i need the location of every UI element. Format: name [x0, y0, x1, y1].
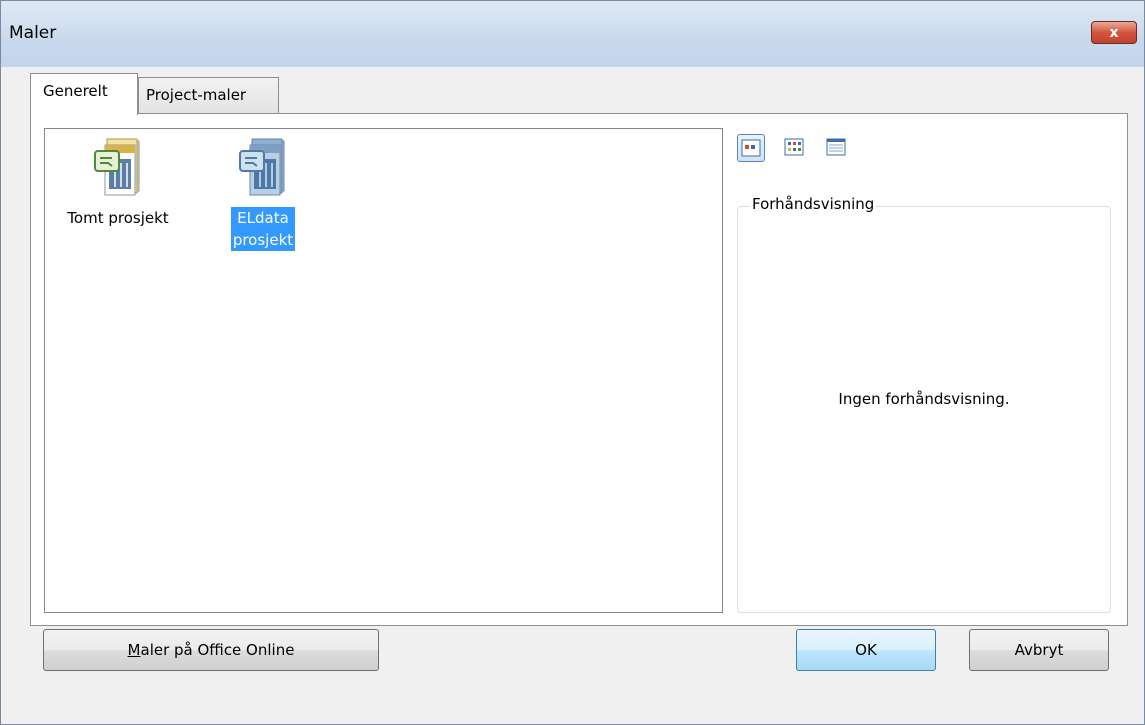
tab-label: Project-maler: [146, 86, 247, 104]
tab-project-maler[interactable]: Project-maler: [138, 77, 279, 113]
list-view-icon: [784, 138, 804, 156]
button-label-rest: aler på Office Online: [140, 641, 295, 659]
project-template-icon: [234, 137, 292, 201]
preview-group: Forhåndsvisning Ingen forhåndsvisning.: [737, 195, 1111, 613]
preview-empty-text: Ingen forhåndsvisning.: [838, 390, 1010, 408]
ok-button[interactable]: OK: [796, 629, 936, 671]
title-bar[interactable]: Maler x: [1, 1, 1144, 67]
office-online-templates-button[interactable]: Maler på Office Online: [43, 629, 379, 671]
tab-panel-generelt: Tomt prosjekt ELdata prosjekt Forhåndsvi…: [30, 113, 1128, 626]
tab-label: Generelt: [43, 82, 108, 100]
close-button[interactable]: x: [1091, 21, 1137, 44]
cancel-label: Avbryt: [1014, 641, 1064, 659]
template-list[interactable]: Tomt prosjekt ELdata prosjekt: [44, 128, 723, 613]
project-template-icon: [89, 137, 147, 201]
details-view-icon: [826, 138, 846, 156]
template-label-line: ELdata: [237, 209, 289, 227]
template-item-tomt-prosjekt[interactable]: Tomt prosjekt: [53, 137, 183, 229]
template-label: ELdata prosjekt: [230, 207, 296, 251]
cancel-button[interactable]: Avbryt: [969, 629, 1109, 671]
template-label: Tomt prosjekt: [67, 209, 169, 227]
ok-label: OK: [855, 641, 877, 659]
details-view-button[interactable]: [823, 134, 851, 162]
preview-legend: Forhåndsvisning: [750, 195, 877, 213]
dialog-title: Maler: [9, 23, 57, 43]
close-icon: x: [1109, 25, 1119, 41]
large-icons-view-icon: [741, 139, 761, 157]
template-label-line: prosjekt: [232, 231, 294, 249]
tab-generelt[interactable]: Generelt: [30, 73, 138, 115]
list-view-button[interactable]: [781, 134, 809, 162]
template-item-eldata-prosjekt[interactable]: ELdata prosjekt: [218, 137, 308, 251]
mnemonic-letter: M: [127, 641, 141, 659]
templates-dialog: Maler x Generelt Project-maler Tomt pros…: [0, 0, 1145, 725]
large-icons-view-button[interactable]: [737, 134, 765, 162]
